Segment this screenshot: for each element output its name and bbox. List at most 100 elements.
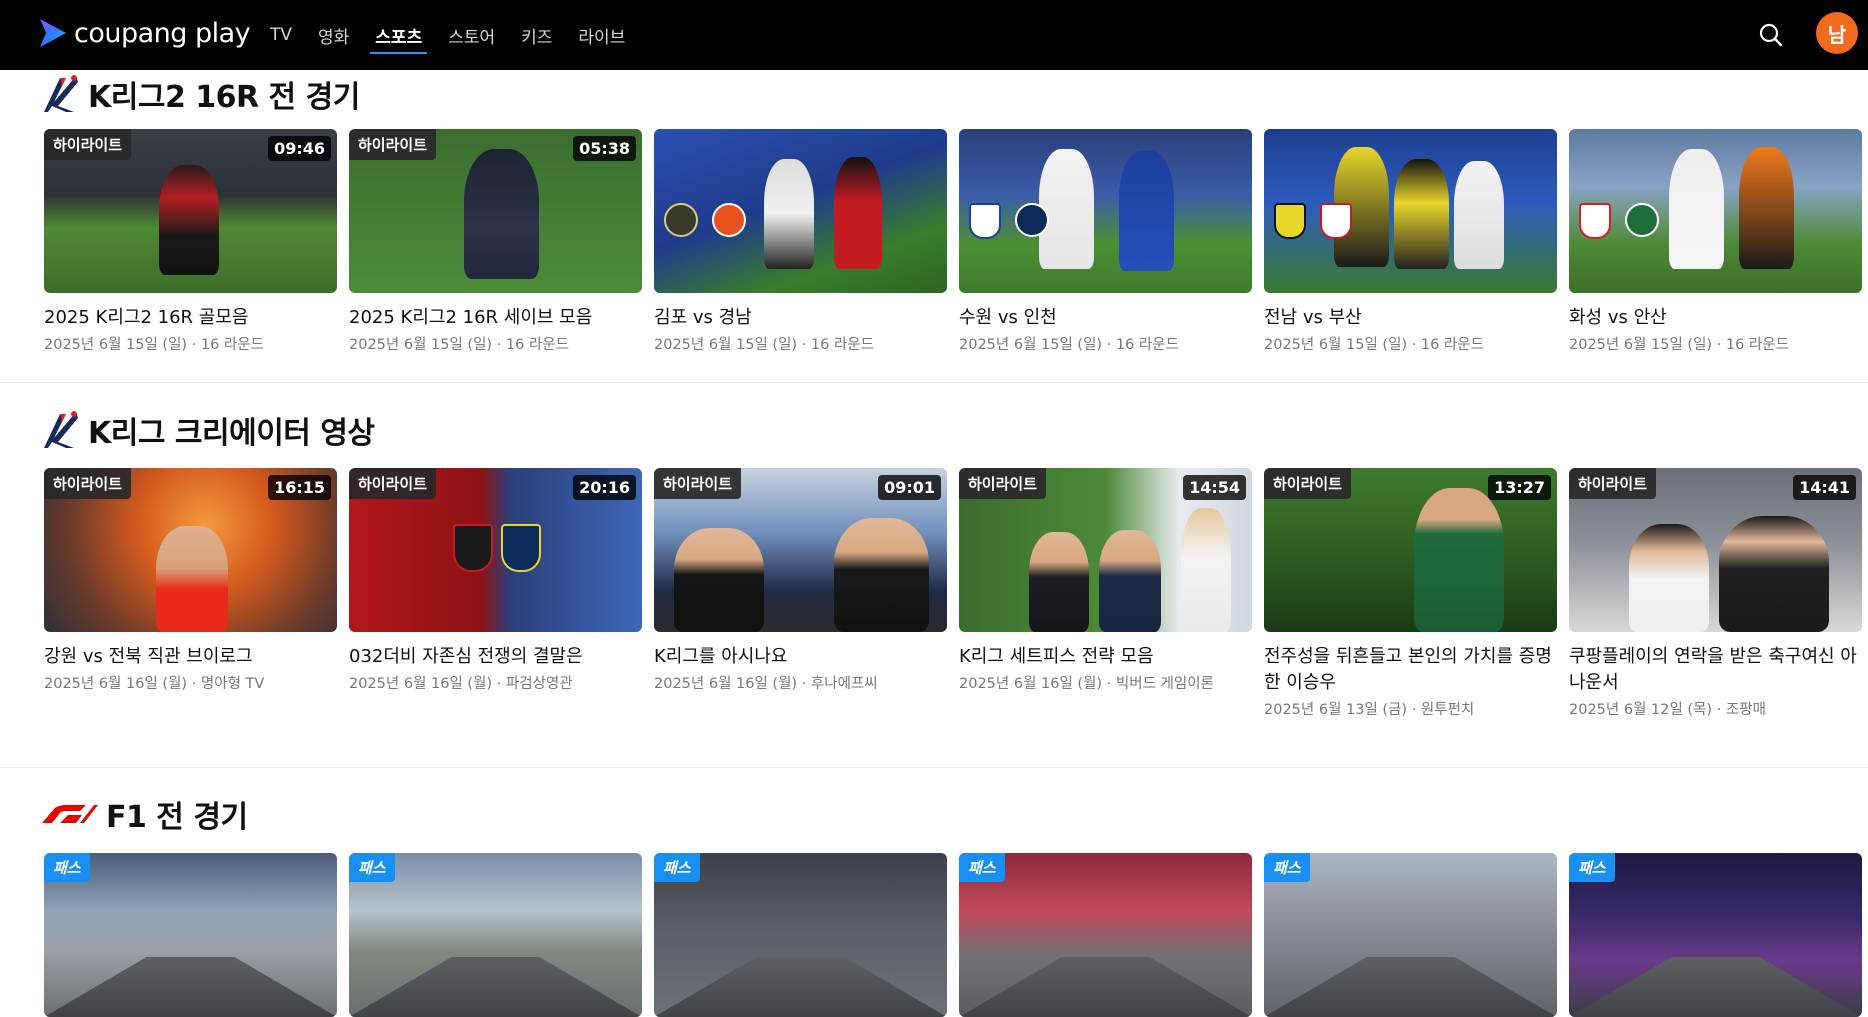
- team-crest-icon: [1015, 203, 1049, 237]
- video-title[interactable]: 화성 vs 안산: [1569, 305, 1862, 331]
- video-title[interactable]: K리그 세트피스 전략 모음: [959, 644, 1252, 670]
- highlight-badge: 하이라이트: [44, 129, 132, 160]
- nav-tab-tv[interactable]: TV: [270, 0, 292, 70]
- nav-tab-sports[interactable]: 스포츠: [370, 0, 428, 70]
- video-meta: 2025년 6월 13일 (금) · 원투펀치: [1264, 702, 1475, 718]
- video-thumbnail[interactable]: 패스: [1569, 853, 1862, 1017]
- video-card[interactable]: 패스: [1569, 853, 1862, 1017]
- pass-badge: 패스: [349, 853, 395, 882]
- section-title-row: K리그2 16R 전 경기: [40, 72, 360, 116]
- video-thumbnail[interactable]: [1569, 129, 1862, 293]
- video-meta: 2025년 6월 12일 (목) · 조팡매: [1569, 702, 1766, 718]
- video-card[interactable]: 하이라이트 05:38 2025 K리그2 16R 세이브 모음 2025년 6…: [349, 129, 642, 354]
- team-crest-icon: [712, 203, 746, 237]
- video-title[interactable]: 쿠팡플레이의 연락을 받은 축구여신 아나운서: [1569, 644, 1862, 696]
- video-title[interactable]: 강원 vs 전북 직관 브이로그: [44, 644, 337, 670]
- video-card[interactable]: 수원 vs 인천 2025년 6월 15일 (일) · 16 라운드: [959, 129, 1252, 354]
- section-title: K리그 크리에이터 영상: [88, 416, 375, 451]
- highlight-badge: 하이라이트: [959, 468, 1047, 499]
- profile-avatar[interactable]: 남: [1816, 12, 1858, 54]
- nav-tab-live[interactable]: 라이브: [578, 0, 625, 70]
- highlight-badge: 하이라이트: [349, 129, 437, 160]
- video-thumbnail[interactable]: 하이라이트 09:01: [654, 468, 947, 632]
- team-crest-icon: [969, 203, 1001, 239]
- pass-badge: 패스: [959, 853, 1005, 882]
- coupang-play-logo[interactable]: coupang play: [38, 17, 251, 49]
- video-card[interactable]: 하이라이트 20:16 032더비 자존심 전쟁의 결말은 2025년 6월 1…: [349, 468, 642, 719]
- search-icon: [1759, 23, 1783, 47]
- main-nav: TV 영화 스포츠 스토어 키즈 라이브: [270, 0, 651, 70]
- pass-badge: 패스: [1569, 853, 1615, 882]
- video-thumbnail[interactable]: 패스: [349, 853, 642, 1017]
- video-thumbnail[interactable]: [1264, 129, 1557, 293]
- k-league-logo-icon: [44, 411, 78, 448]
- top-nav-bar: coupang play TV 영화 스포츠 스토어 키즈 라이브 남: [0, 0, 1868, 70]
- section-title: K리그2 16R 전 경기: [88, 80, 360, 115]
- section-title-row: F1 전 경기: [40, 792, 248, 836]
- video-meta: 2025년 6월 16일 (월) · 후나에프씨: [654, 676, 878, 692]
- video-card[interactable]: 전남 vs 부산 2025년 6월 15일 (일) · 16 라운드: [1264, 129, 1557, 354]
- video-meta: 2025년 6월 15일 (일) · 16 라운드: [349, 337, 569, 353]
- video-title[interactable]: 032더비 자존심 전쟁의 결말은: [349, 644, 642, 670]
- duration-label: 14:54: [1183, 475, 1246, 500]
- video-thumbnail[interactable]: 하이라이트 09:46: [44, 129, 337, 293]
- section-title: F1 전 경기: [106, 800, 248, 835]
- video-thumbnail[interactable]: 하이라이트 20:16: [349, 468, 642, 632]
- team-crest-icon: [664, 203, 698, 237]
- video-thumbnail[interactable]: 하이라이트 14:54: [959, 468, 1252, 632]
- video-thumbnail[interactable]: 하이라이트 14:41: [1569, 468, 1862, 632]
- video-title[interactable]: 전남 vs 부산: [1264, 305, 1557, 331]
- pass-badge: 패스: [44, 853, 90, 882]
- video-meta: 2025년 6월 15일 (일) · 16 라운드: [1264, 337, 1484, 353]
- duration-label: 09:01: [878, 475, 941, 500]
- video-thumbnail[interactable]: [959, 129, 1252, 293]
- video-card[interactable]: 하이라이트 16:15 강원 vs 전북 직관 브이로그 2025년 6월 16…: [44, 468, 337, 719]
- nav-tab-kids[interactable]: 키즈: [521, 0, 552, 70]
- video-card[interactable]: 패스: [959, 853, 1252, 1017]
- video-thumbnail[interactable]: 패스: [44, 853, 337, 1017]
- video-thumbnail[interactable]: 하이라이트 16:15: [44, 468, 337, 632]
- video-thumbnail[interactable]: 패스: [654, 853, 947, 1017]
- video-card[interactable]: 하이라이트 09:01 K리그를 아시나요 2025년 6월 16일 (월) ·…: [654, 468, 947, 719]
- video-thumbnail[interactable]: 패스: [959, 853, 1252, 1017]
- video-card[interactable]: 김포 vs 경남 2025년 6월 15일 (일) · 16 라운드: [654, 129, 947, 354]
- nav-tab-store[interactable]: 스토어: [448, 0, 495, 70]
- video-title[interactable]: 수원 vs 인천: [959, 305, 1252, 331]
- video-card[interactable]: 패스: [1264, 853, 1557, 1017]
- team-crest-icon: [453, 524, 493, 572]
- video-card[interactable]: 패스: [44, 853, 337, 1017]
- card-row: 하이라이트 16:15 강원 vs 전북 직관 브이로그 2025년 6월 16…: [44, 468, 1868, 719]
- video-card[interactable]: 화성 vs 안산 2025년 6월 15일 (일) · 16 라운드: [1569, 129, 1862, 354]
- video-card[interactable]: 하이라이트 13:27 전주성을 뒤흔들고 본인의 가치를 증명한 이승우 20…: [1264, 468, 1557, 719]
- video-thumbnail[interactable]: 하이라이트 05:38: [349, 129, 642, 293]
- highlight-badge: 하이라이트: [44, 468, 132, 499]
- video-title[interactable]: K리그를 아시나요: [654, 644, 947, 670]
- team-crest-icon: [1320, 203, 1352, 239]
- video-meta: 2025년 6월 16일 (월) · 빅버드 게임이론: [959, 676, 1214, 692]
- video-title[interactable]: 2025 K리그2 16R 세이브 모음: [349, 305, 642, 331]
- section-divider: [0, 382, 1868, 383]
- video-card[interactable]: 하이라이트 14:54 K리그 세트피스 전략 모음 2025년 6월 16일 …: [959, 468, 1252, 719]
- video-thumbnail[interactable]: 패스: [1264, 853, 1557, 1017]
- team-crest-icon: [1274, 203, 1306, 239]
- team-crest-icon: [1579, 203, 1611, 239]
- nav-tab-movies[interactable]: 영화: [318, 0, 349, 70]
- video-meta: 2025년 6월 15일 (일) · 16 라운드: [44, 337, 264, 353]
- duration-label: 14:41: [1793, 475, 1856, 500]
- k-league-logo-icon: [44, 75, 78, 112]
- video-thumbnail[interactable]: [654, 129, 947, 293]
- video-card[interactable]: 하이라이트 14:41 쿠팡플레이의 연락을 받은 축구여신 아나운서 2025…: [1569, 468, 1862, 719]
- video-title[interactable]: 김포 vs 경남: [654, 305, 947, 331]
- video-card[interactable]: 하이라이트 09:46 2025 K리그2 16R 골모음 2025년 6월 1…: [44, 129, 337, 354]
- search-button[interactable]: [1756, 20, 1786, 50]
- pass-badge: 패스: [1264, 853, 1310, 882]
- video-card[interactable]: 패스: [349, 853, 642, 1017]
- video-card[interactable]: 패스: [654, 853, 947, 1017]
- video-title[interactable]: 전주성을 뒤흔들고 본인의 가치를 증명한 이승우: [1264, 644, 1557, 696]
- video-meta: 2025년 6월 15일 (일) · 16 라운드: [654, 337, 874, 353]
- section-title-row: K리그 크리에이터 영상: [40, 408, 375, 452]
- duration-label: 09:46: [268, 136, 331, 161]
- video-title[interactable]: 2025 K리그2 16R 골모음: [44, 305, 337, 331]
- video-thumbnail[interactable]: 하이라이트 13:27: [1264, 468, 1557, 632]
- video-meta: 2025년 6월 15일 (일) · 16 라운드: [959, 337, 1179, 353]
